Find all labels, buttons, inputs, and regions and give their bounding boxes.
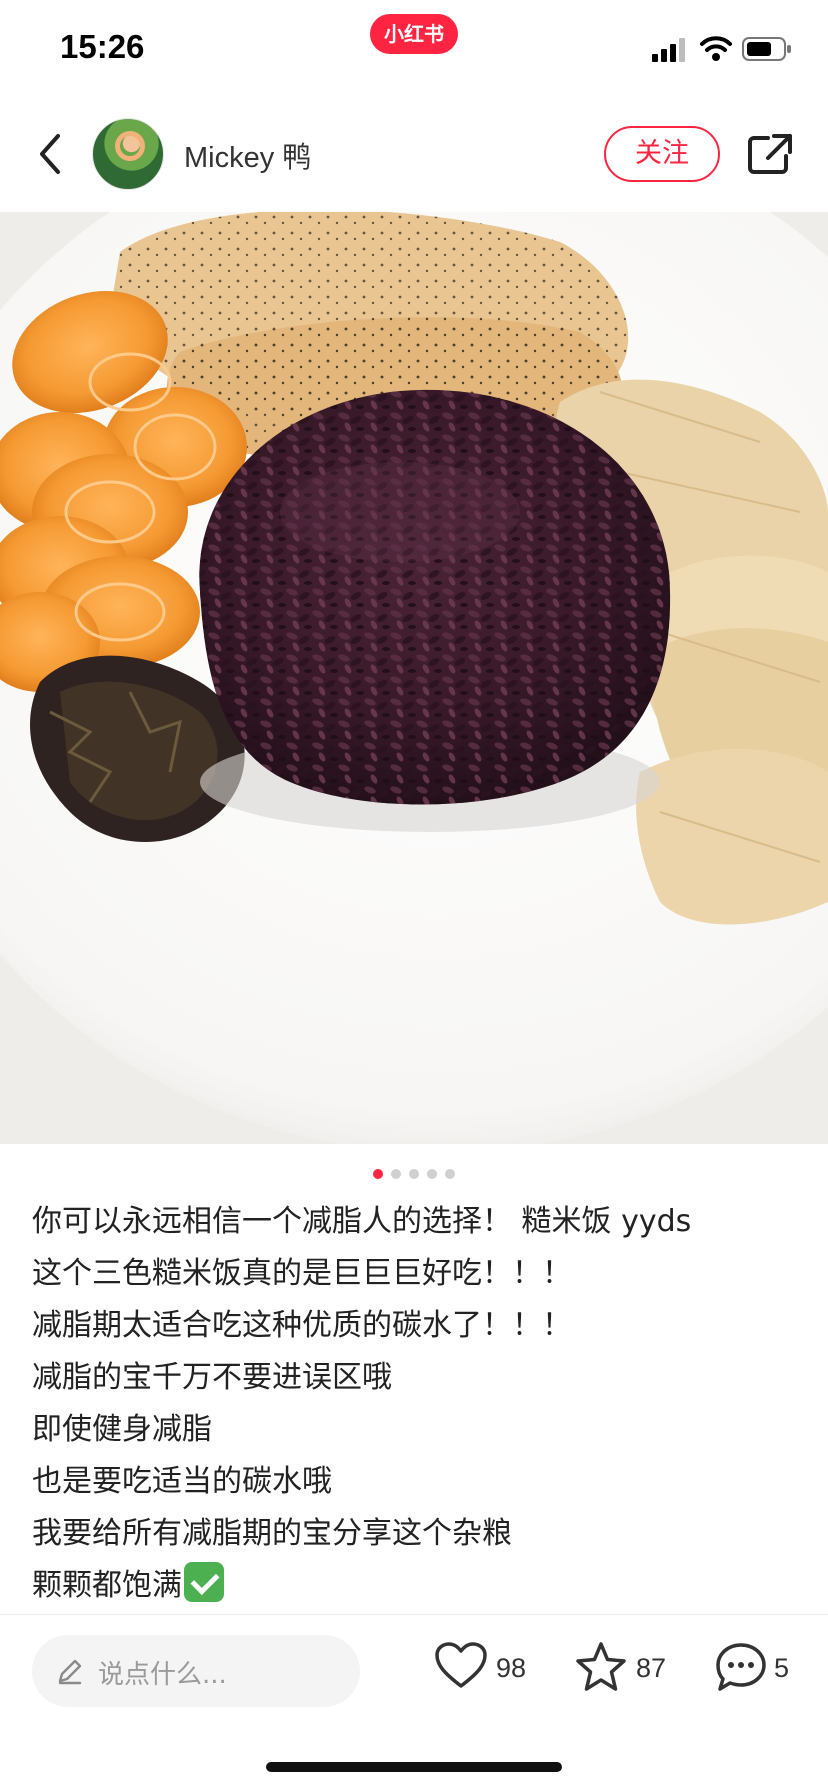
like-button[interactable]: 98 — [434, 1641, 534, 1701]
post-line: 也是要吃适当的碳水哦 — [32, 1464, 332, 1499]
comment-bubble-icon — [716, 1643, 766, 1691]
pager-dot — [373, 1169, 383, 1179]
pager-dot — [427, 1169, 437, 1179]
favorite-button[interactable]: 87 — [574, 1641, 674, 1701]
comment-input[interactable]: 说点什么... — [32, 1635, 360, 1707]
status-time: 15:26 — [60, 28, 145, 65]
post-line: 这个三色糙米饭真的是巨巨巨好吃！！！ — [32, 1256, 572, 1291]
star-icon — [576, 1642, 626, 1691]
post-line: 你可以永远相信一个减脂人的选择！ 糙米饭 yyds — [32, 1204, 692, 1239]
follow-button[interactable]: 关注 — [604, 126, 720, 182]
post-line: 我要给所有减脂期的宝分享这个杂粮 — [32, 1516, 512, 1551]
avatar-ring-decoration — [115, 131, 145, 161]
comment-count: 5 — [774, 1653, 790, 1683]
post-line: 减脂期太适合吃这种优质的碳水了！！！ — [32, 1308, 572, 1343]
back-icon[interactable] — [30, 130, 70, 178]
post-photo[interactable] — [0, 212, 828, 1144]
pencil-icon — [58, 1659, 82, 1685]
post-line: 即使健身减脂 — [32, 1412, 212, 1447]
status-bar: 15:26 小红书 — [0, 0, 828, 100]
comment-placeholder: 说点什么... — [98, 1660, 227, 1690]
post-detail-page: 15:26 小红书 Mickey 鸭 关注 你可以永远相信一个减脂人的选择！ 糙… — [0, 0, 828, 1792]
food-plate-image — [0, 212, 828, 1144]
signal-icon — [652, 38, 685, 62]
pager-dot — [391, 1169, 401, 1179]
battery-icon — [742, 37, 791, 61]
comment-button[interactable]: 5 — [714, 1641, 804, 1701]
share-icon[interactable] — [746, 132, 794, 176]
post-line: 减脂的宝千万不要进误区哦 — [32, 1360, 392, 1395]
author-name[interactable]: Mickey 鸭 — [184, 134, 311, 176]
heart-icon — [435, 1642, 487, 1688]
pager-dot — [445, 1169, 455, 1179]
bottom-action-bar: 说点什么... 98 87 5 — [0, 1615, 828, 1725]
home-indicator[interactable] — [266, 1762, 562, 1772]
post-header: Mickey 鸭 关注 — [0, 106, 828, 202]
brand-badge: 小红书 — [370, 14, 458, 54]
post-line-last: 颗颗都饱满 — [32, 1560, 802, 1612]
wifi-icon — [700, 36, 732, 61]
like-count: 98 — [496, 1653, 527, 1683]
check-mark-icon — [184, 1562, 224, 1602]
avatar[interactable] — [92, 118, 164, 190]
pager-dot — [409, 1169, 419, 1179]
post-line-text: 颗颗都饱满 — [32, 1568, 182, 1603]
favorite-count: 87 — [636, 1653, 667, 1683]
post-body: 你可以永远相信一个减脂人的选择！ 糙米饭 yyds 这个三色糙米饭真的是巨巨巨好… — [32, 1196, 802, 1612]
image-pager — [0, 1164, 828, 1179]
